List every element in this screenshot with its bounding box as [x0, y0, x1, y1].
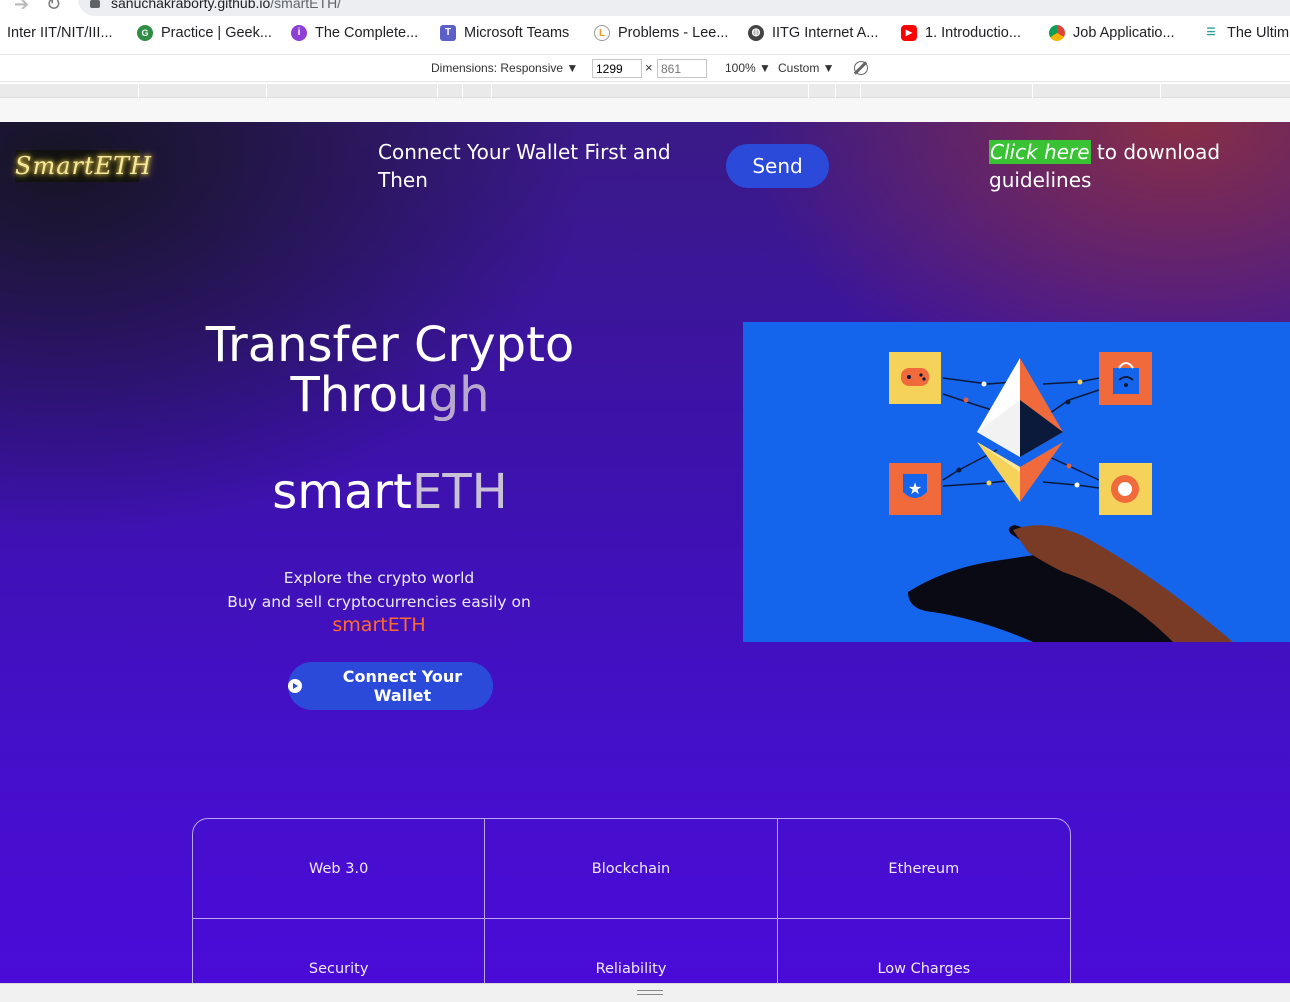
bookmark-item[interactable]: i The Complete... [291, 25, 418, 41]
devtools-resize-strip [0, 983, 1290, 1002]
description-line2: Buy and sell cryptocurrencies easily on [227, 593, 531, 611]
play-icon [288, 679, 302, 693]
connect-message: Connect Your Wallet First and Then [378, 140, 671, 192]
url-host: sanuchakraborty.github.io [111, 0, 271, 11]
ultimate-icon: ☰ [1203, 25, 1219, 41]
bookmark-label: The Ultim [1227, 25, 1290, 41]
throttle-dropdown[interactable]: Custom ▼ [778, 61, 835, 75]
bookmark-item[interactable]: Job Applicatio... [1049, 25, 1175, 41]
logo[interactable]: SmartETH [15, 150, 153, 182]
brand-heading-smart: smart [272, 464, 412, 520]
url-path: /smartETH/ [270, 0, 342, 11]
brand-heading-eth: ETH [411, 464, 508, 520]
description-line1: Explore the crypto world [283, 569, 475, 587]
guidelines-link[interactable]: Click here [989, 140, 1091, 164]
bookmark-item[interactable]: G Practice | Geek... [137, 25, 272, 41]
teams-icon: T [440, 25, 456, 41]
bookmark-item[interactable]: L Problems - Lee... [594, 25, 728, 41]
device-toolbar: Dimensions: Responsive ▼ × 100% ▼ Custom… [0, 54, 1290, 82]
logo-text: SmartETH [15, 152, 153, 180]
ruler-spacer [0, 98, 1290, 122]
feature-cell: Reliability [485, 919, 778, 983]
resize-handle-icon[interactable] [637, 990, 663, 995]
bookmark-label: 1. Introductio... [925, 25, 1021, 41]
zoom-dropdown[interactable]: 100% ▼ [725, 61, 771, 75]
geeksforgeeks-icon: G [137, 25, 153, 41]
hero-title-line1: Transfer Crypto [205, 317, 575, 373]
dimensions-dropdown[interactable]: Dimensions: Responsive ▼ [431, 61, 578, 75]
hero-description: Explore the crypto world Buy and sell cr… [140, 566, 618, 614]
bookmark-item[interactable]: T Microsoft Teams [440, 25, 569, 41]
ethereum-illustration-svg: ★ [889, 352, 1233, 642]
bookmark-item[interactable]: ☰ The Ultim [1203, 25, 1289, 41]
bookmark-label: Job Applicatio... [1073, 25, 1175, 41]
bookmark-item[interactable]: ▶ 1. Introductio... [901, 25, 1021, 41]
globe-icon: ◍ [748, 25, 764, 41]
feature-cell: Security [193, 919, 486, 983]
connect-wallet-label: Connect Your Wallet [342, 667, 463, 705]
bookmark-label: Inter IIT/NIT/III... [7, 25, 113, 41]
media-query-ruler[interactable] [0, 84, 1290, 98]
bookmark-item[interactable]: Inter IIT/NIT/III... [7, 25, 113, 41]
forward-arrow-icon[interactable]: ➔ [14, 0, 29, 15]
bookmark-label: Practice | Geek... [161, 25, 272, 41]
feature-cell: Blockchain [485, 819, 778, 919]
ethereum-illustration: ★ [743, 322, 1290, 642]
course-icon: i [291, 25, 307, 41]
rotate-icon[interactable] [854, 61, 868, 75]
brand-heading: smartETH [160, 464, 620, 520]
brand-highlight: smartETH [332, 614, 426, 636]
hero-title: Transfer Crypto Through [160, 320, 620, 420]
feature-cell: Ethereum [777, 819, 1070, 919]
bookmark-item[interactable]: ◍ IITG Internet A... [748, 25, 878, 41]
bookmark-label: Problems - Lee... [618, 25, 729, 41]
send-button[interactable]: Send [726, 144, 829, 188]
bookmarks-bar: Inter IIT/NIT/III... G Practice | Geek...… [0, 22, 1290, 50]
chrome-icon [1049, 25, 1065, 41]
leetcode-icon: L [594, 25, 610, 41]
feature-cell: Web 3.0 [193, 819, 486, 919]
page-viewport: SmartETH Connect Your Wallet First and T… [0, 122, 1290, 983]
hero-title-line2-end: gh [428, 367, 490, 423]
connect-wallet-button[interactable]: Connect Your Wallet [288, 662, 493, 710]
hero-title-line2-start: Throu [290, 367, 429, 423]
svg-text:★: ★ [908, 479, 922, 498]
address-bar: ➔ ↻ sanuchakraborty.github.io/smartETH/ [0, 0, 1290, 18]
guidelines-text: Click here to download guidelines [989, 138, 1279, 194]
url-text[interactable]: sanuchakraborty.github.io/smartETH/ [111, 0, 341, 11]
height-input[interactable] [657, 59, 707, 78]
bookmark-label: IITG Internet A... [772, 25, 879, 41]
bookmark-label: The Complete... [315, 25, 419, 41]
bookmark-label: Microsoft Teams [464, 25, 570, 41]
hero-title-line2: Through [160, 370, 620, 420]
youtube-icon: ▶ [901, 25, 917, 41]
feature-cell: Low Charges [778, 919, 1070, 983]
reload-icon[interactable]: ↻ [46, 0, 61, 15]
feature-grid: Web 3.0 Blockchain Ethereum Security Rel… [192, 818, 1071, 983]
dimension-separator: × [645, 60, 653, 75]
lock-icon[interactable] [90, 0, 100, 8]
width-input[interactable] [592, 59, 642, 78]
